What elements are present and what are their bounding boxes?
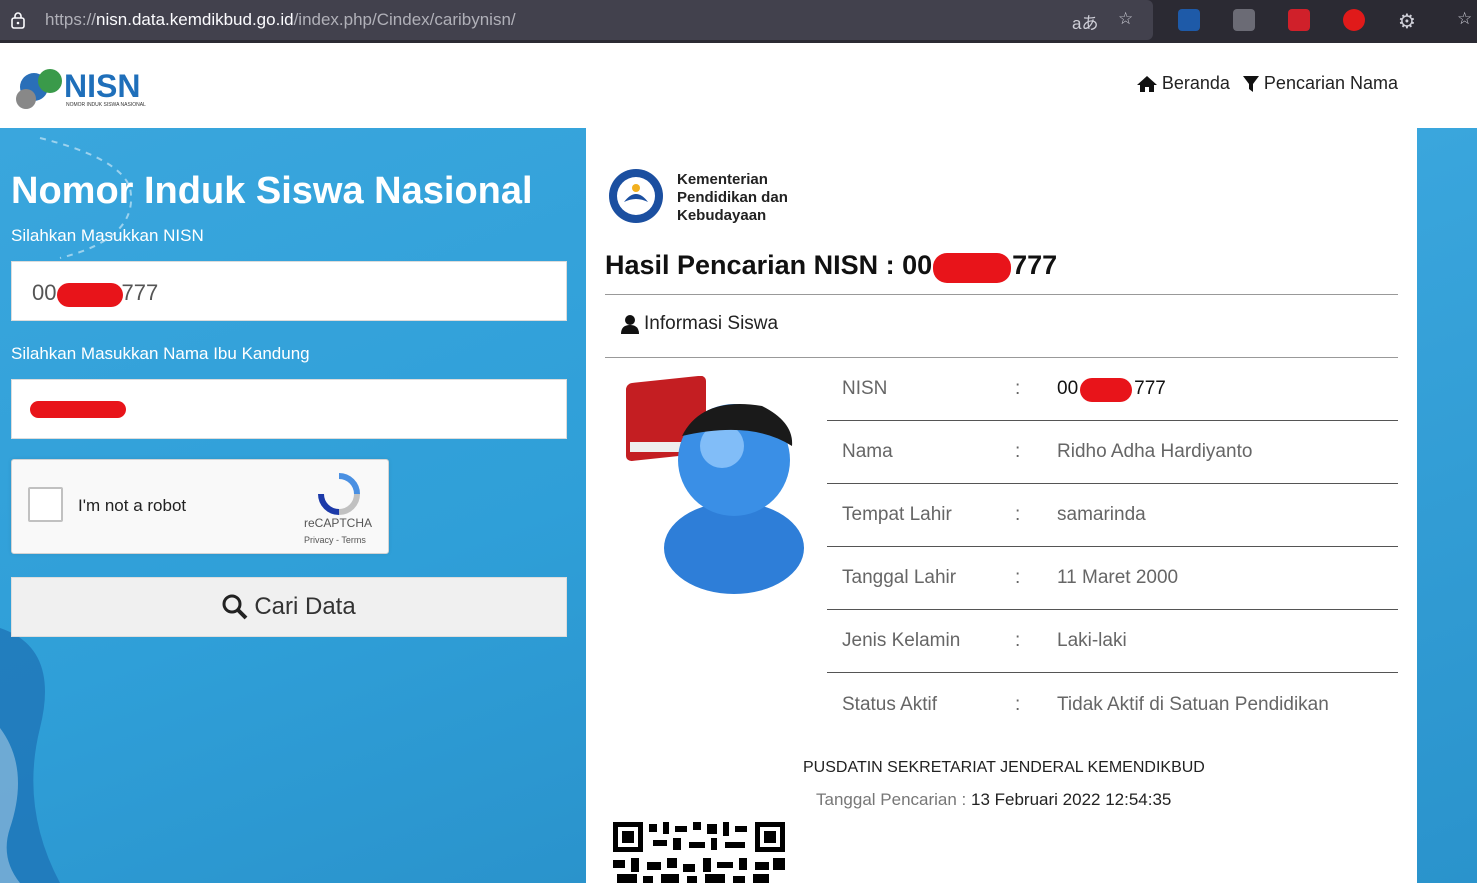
extension-icon-2[interactable] [1233, 9, 1255, 31]
url-text[interactable]: https://nisn.data.kemdikbud.go.id/index.… [45, 10, 516, 30]
redaction-mark [30, 401, 126, 418]
recaptcha-brand: reCAPTCHA [304, 516, 373, 530]
search-button-label: Cari Data [254, 593, 356, 620]
recaptcha-label: I'm not a robot [78, 496, 187, 515]
result-panel: Kementerian Pendidikan dan Kebudayaan Ha… [586, 128, 1417, 883]
nisn-label: Silahkan Masukkan NISN [11, 226, 204, 245]
info-row-tempat-lahir: Tempat Lahir : samarinda [827, 484, 1398, 547]
recaptcha-checkbox[interactable] [28, 487, 63, 522]
browser-toolbar: https://nisn.data.kemdikbud.go.id/index.… [0, 0, 1477, 43]
address-bar[interactable]: https://nisn.data.kemdikbud.go.id/index.… [0, 0, 1153, 40]
student-avatar-icon [626, 376, 804, 594]
ministry-name: Kementerian Pendidikan dan Kebudayaan [677, 171, 788, 224]
adblock-icon[interactable] [1343, 9, 1365, 31]
svg-text:NOMOR INDUK SISWA NASIONAL: NOMOR INDUK SISWA NASIONAL [66, 102, 146, 108]
recaptcha-widget: I'm not a robot reCAPTCHA Privacy - Term… [11, 459, 389, 554]
footer-organization: PUSDATIN SEKRETARIAT JENDERAL KEMENDIKBU… [803, 759, 1205, 776]
mother-name-label: Silahkan Masukkan Nama Ibu Kandung [11, 344, 310, 363]
info-row-tanggal-lahir: Tanggal Lahir : 11 Maret 2000 [827, 547, 1398, 610]
favorites-icon[interactable]: ☆ [1457, 9, 1472, 29]
nav-beranda[interactable]: Beranda [1136, 73, 1230, 94]
kemendikbud-logo [609, 169, 663, 223]
search-button[interactable]: Cari Data [11, 577, 567, 637]
page-title: Nomor Induk Siswa Nasional [11, 170, 533, 212]
nav-label: Beranda [1161, 73, 1230, 93]
nisn-value-prefix: 00 [32, 280, 57, 305]
redaction-mark [1080, 378, 1132, 402]
recaptcha-icon [318, 473, 360, 515]
search-date: Tanggal Pencarian : 13 Februari 2022 12:… [816, 790, 1172, 809]
svg-text:NISN: NISN [64, 68, 140, 104]
lock-icon[interactable] [10, 11, 26, 29]
redaction-mark [933, 253, 1011, 283]
nisn-value-suffix: 777 [121, 280, 159, 305]
redaction-mark [57, 283, 123, 307]
extension-icon-3[interactable] [1288, 9, 1310, 31]
extensions-puzzle-icon[interactable]: ⚙ [1398, 9, 1416, 34]
site-header: NISN NOMOR INDUK SISWA NASIONAL Beranda … [0, 43, 1477, 128]
search-panel: Nomor Induk Siswa Nasional Silahkan Masu… [0, 128, 586, 883]
section-title: Informasi Siswa [620, 313, 778, 335]
nav-label: Pencarian Nama [1263, 73, 1398, 93]
bookmark-star-icon[interactable]: ☆ [1118, 9, 1133, 29]
background-strip [1417, 128, 1477, 883]
nav-pencarian-nama[interactable]: Pencarian Nama [1242, 73, 1398, 94]
translate-icon[interactable]: aあ [1072, 9, 1098, 34]
info-row-jenis-kelamin: Jenis Kelamin : Laki-laki [827, 610, 1398, 673]
filter-icon [1242, 75, 1259, 92]
info-row-status-aktif: Status Aktif : Tidak Aktif di Satuan Pen… [842, 694, 1329, 715]
nisn-logo[interactable]: NISN NOMOR INDUK SISWA NASIONAL [12, 55, 152, 117]
divider [605, 294, 1398, 295]
main-nav: Beranda Pencarian Nama [1136, 73, 1398, 94]
extension-icon-1[interactable] [1178, 9, 1200, 31]
qr-code [613, 822, 785, 883]
home-icon [1136, 75, 1157, 92]
recaptcha-links[interactable]: Privacy - Terms [304, 535, 366, 545]
info-row-nama: Nama : Ridho Adha Hardiyanto [827, 421, 1398, 484]
search-icon [222, 594, 248, 620]
user-icon [621, 315, 639, 334]
